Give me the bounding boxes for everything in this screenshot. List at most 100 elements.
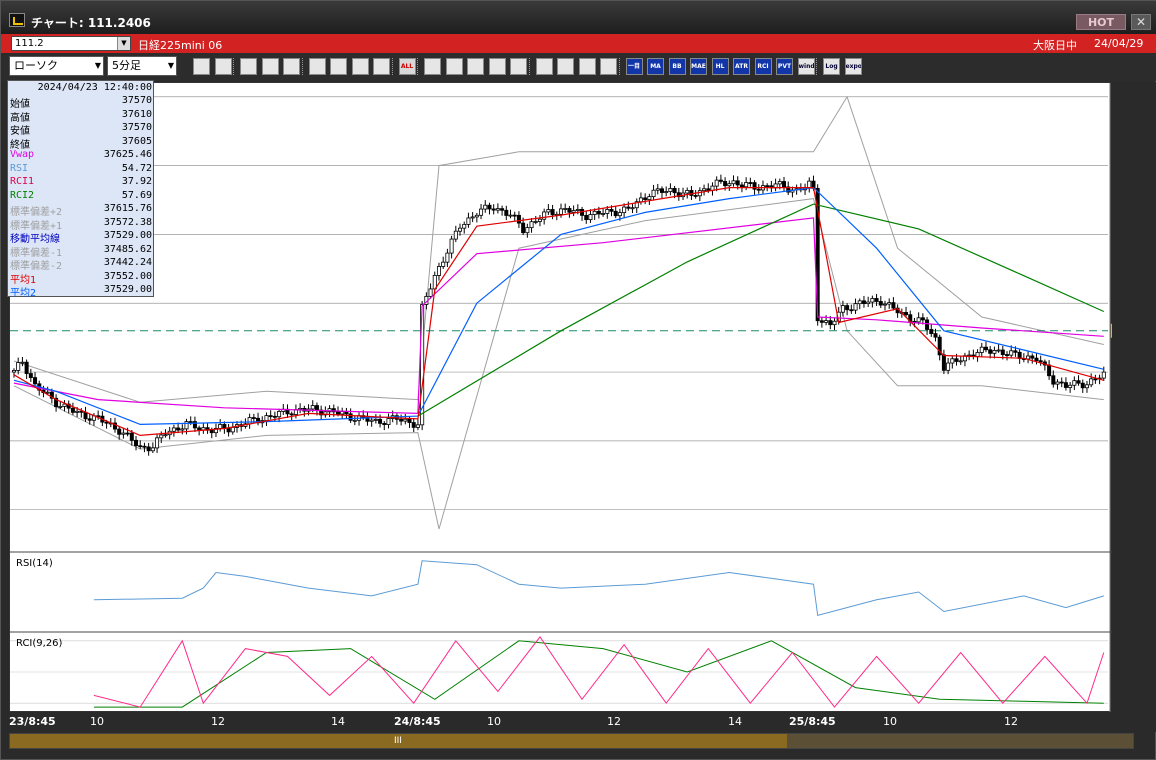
candle-body: [1005, 354, 1010, 356]
candle-body: [575, 208, 580, 211]
tool-tool-icon[interactable]: [578, 58, 596, 75]
grid-tool-icon[interactable]: [330, 58, 347, 75]
candle-body: [1055, 381, 1060, 385]
candle-body: [466, 217, 471, 225]
candle-body: [264, 415, 269, 421]
candle-body: [386, 418, 391, 425]
arrow-tool-icon[interactable]: [467, 58, 484, 75]
candle-body: [824, 320, 829, 323]
candle-body: [828, 320, 833, 326]
trend-tool-icon[interactable]: [240, 58, 257, 75]
bb-tool-icon[interactable]: BB: [668, 58, 686, 75]
hour-label: 14: [331, 715, 345, 728]
export-tool-icon[interactable]: export: [844, 58, 862, 75]
scroll-thumb[interactable]: III: [10, 734, 787, 748]
close-icon[interactable]: ✕: [1131, 14, 1151, 30]
horizontal-scrollbar[interactable]: III: [9, 733, 1134, 749]
log-tool-icon[interactable]: Log: [823, 58, 840, 75]
candle-body: [399, 418, 404, 422]
candle-body: [403, 418, 408, 422]
hot-button[interactable]: HOT: [1076, 14, 1126, 30]
session-label: 24/8:45: [394, 715, 441, 728]
candle-body: [445, 252, 450, 263]
pvt-tool-icon[interactable]: PVT: [776, 58, 793, 75]
print-tool-icon[interactable]: [510, 58, 527, 75]
title-bar[interactable]: チャート: 111.2406 HOT ✕: [1, 1, 1156, 34]
candle-body: [441, 261, 446, 267]
ma-tool-icon[interactable]: MA: [647, 58, 664, 75]
bar-tool-icon[interactable]: [283, 58, 300, 75]
zoom-tool-icon[interactable]: [193, 58, 210, 75]
interval-select[interactable]: 5分足 ▼: [107, 56, 177, 76]
candle-body: [268, 415, 273, 418]
panel-datetime-row: 2024/04/23 12:40:00: [8, 82, 155, 95]
candle-body: [1030, 355, 1035, 359]
candle-body: [622, 206, 627, 214]
candle-body: [104, 421, 109, 424]
candle-body: [1047, 364, 1052, 377]
candle-body: [373, 418, 378, 421]
search-tool-icon[interactable]: [261, 58, 279, 75]
chart-area[interactable]: 3725037500377503800038250385003875037900…: [9, 82, 1112, 713]
candle-body: [647, 196, 652, 200]
chart-canvas[interactable]: 3725037500377503800038250385003875037900…: [10, 83, 1112, 713]
candle-body: [70, 407, 75, 413]
candle-body: [12, 370, 17, 373]
chevron-down-icon[interactable]: ▼: [117, 37, 130, 50]
candle-body: [996, 349, 1001, 352]
pen-tool-icon[interactable]: [424, 58, 441, 75]
candle-body: [45, 391, 50, 394]
candle-body: [125, 432, 130, 435]
candle-body: [655, 188, 660, 191]
candle-body: [1072, 380, 1077, 386]
cursor-tool-icon[interactable]: [214, 58, 232, 75]
symbol-code-input[interactable]: 111.2 ▼: [11, 36, 131, 51]
toolbar-separator: [528, 58, 532, 75]
candle-tool-icon[interactable]: [351, 58, 369, 75]
settings-tool-icon[interactable]: [557, 58, 574, 75]
candle-body: [428, 288, 433, 297]
all-tool-icon[interactable]: ALL: [398, 58, 416, 75]
panel-row: 標準偏差-1 37485.62: [8, 244, 155, 259]
session-label: 23/8:45: [9, 715, 56, 728]
bar2-tool-icon[interactable]: [373, 58, 390, 75]
candle-body: [209, 429, 214, 434]
mae-tool-icon[interactable]: MAE: [690, 58, 707, 75]
candle-body: [310, 405, 315, 410]
candle-body: [525, 227, 530, 234]
hl-tool-icon[interactable]: HL: [711, 58, 729, 75]
candle-body: [819, 320, 824, 323]
candle-body: [537, 218, 542, 222]
clip-tool-icon[interactable]: [535, 58, 553, 75]
candle-body: [289, 413, 294, 416]
candle-body: [840, 305, 845, 313]
candle-body: [857, 300, 862, 305]
cursor2-tool-icon[interactable]: [488, 58, 506, 75]
一目-tool-icon[interactable]: 一目: [625, 58, 643, 75]
candle-body: [777, 181, 782, 185]
candle-body: [853, 303, 858, 311]
line-tool-icon[interactable]: [445, 58, 463, 75]
candle-body: [958, 360, 963, 363]
session-label: 25/8:45: [789, 715, 836, 728]
ma2-line: [13, 186, 1104, 426]
candle-body: [495, 208, 500, 211]
candle-body: [584, 214, 589, 221]
window-tool-icon[interactable]: window: [797, 58, 815, 75]
candle-body: [1000, 349, 1005, 355]
candle-body: [382, 422, 387, 425]
candle-body: [946, 362, 951, 371]
rci-panel-label: RCI(9,26): [16, 638, 63, 649]
panel-row: 移動平均線 37529.00: [8, 230, 155, 245]
candle-body: [702, 188, 707, 192]
candle-body: [731, 180, 736, 185]
atr-tool-icon[interactable]: ATR: [733, 58, 750, 75]
chart-type-select[interactable]: ローソク ▼: [9, 56, 104, 76]
candle-body: [20, 361, 25, 364]
color-tool-icon[interactable]: [600, 58, 617, 75]
candle-body: [550, 209, 555, 216]
panel-row: RCI1 37.92: [8, 176, 155, 189]
panel-row-value: 37625.46: [103, 149, 152, 160]
rci-tool-icon[interactable]: RCI: [754, 58, 772, 75]
stop-tool-icon[interactable]: [308, 58, 326, 75]
